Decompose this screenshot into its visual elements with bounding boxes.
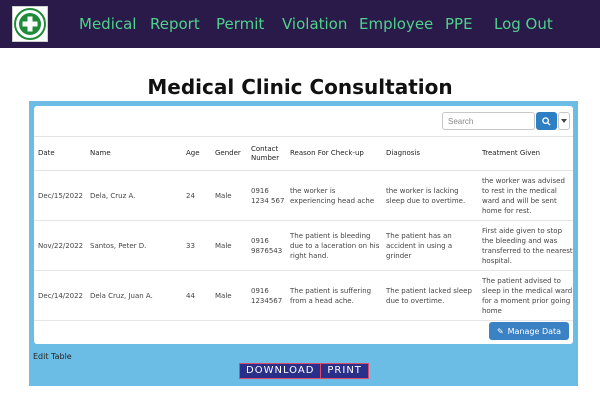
cell-treatment: the worker was advised to rest in the me… xyxy=(478,170,573,221)
chevron-down-icon xyxy=(561,119,567,123)
cell-age: 24 xyxy=(182,170,211,221)
cell-reason: the worker is experiencing head ache xyxy=(286,170,382,221)
pencil-icon: ✎ xyxy=(496,326,504,336)
cell-age: 33 xyxy=(182,220,211,271)
safety-first-logo[interactable] xyxy=(12,6,48,42)
nav-employee[interactable]: Employee xyxy=(359,15,433,33)
search-button[interactable] xyxy=(536,112,557,130)
column-header-treatment[interactable]: Treatment Given xyxy=(478,136,573,171)
export-button-group: DOWNLOAD PRINT xyxy=(239,363,369,379)
cell-treatment: First aide given to stop the bleeding an… xyxy=(478,220,573,271)
print-button[interactable]: PRINT xyxy=(321,364,368,378)
cell-gender: Male xyxy=(211,170,247,221)
search-icon xyxy=(542,116,551,126)
cell-diagnosis: The patient has an accident in using a g… xyxy=(382,220,478,271)
cell-reason: The patient is suffering from a head ach… xyxy=(286,270,382,321)
nav-violation[interactable]: Violation xyxy=(282,15,347,33)
cell-contact: 0916 1234 567 xyxy=(247,170,286,221)
download-button[interactable]: DOWNLOAD xyxy=(240,364,320,378)
cell-treatment: The patient advised to sleep in the medi… xyxy=(478,270,573,321)
cell-contact: 0916 9876543 xyxy=(247,220,286,271)
manage-data-label: Manage Data xyxy=(507,326,562,336)
cell-reason: The patient is bleeding due to a lacerat… xyxy=(286,220,382,271)
cell-date: Dec/14/2022 xyxy=(34,270,86,321)
medical-records-table: Date Name Age Gender Contact Number Reas… xyxy=(34,136,573,321)
cell-gender: Male xyxy=(211,220,247,271)
column-header-date[interactable]: Date xyxy=(34,136,86,171)
cell-diagnosis: The patient lacked sleep due to overtime… xyxy=(382,270,478,321)
cell-contact: 0916 1234567 xyxy=(247,270,286,321)
cell-date: Dec/15/2022 xyxy=(34,170,86,221)
nav-ppe[interactable]: PPE xyxy=(445,15,473,33)
safety-first-logo-icon xyxy=(14,8,46,40)
nav-report[interactable]: Report xyxy=(150,15,200,33)
nav-medical[interactable]: Medical xyxy=(79,15,136,33)
nav-logout[interactable]: Log Out xyxy=(494,15,553,33)
column-header-name[interactable]: Name xyxy=(86,136,182,171)
top-navbar: Medical Report Permit Violation Employee… xyxy=(0,0,600,48)
manage-data-button[interactable]: ✎ Manage Data xyxy=(489,322,569,340)
column-header-age[interactable]: Age xyxy=(182,136,211,171)
column-header-reason[interactable]: Reason For Check-up xyxy=(286,136,382,171)
edit-table-link[interactable]: Edit Table xyxy=(33,352,72,361)
cell-age: 44 xyxy=(182,270,211,321)
table-row[interactable]: Dec/14/2022 Dela Cruz, Juan A. 44 Male 0… xyxy=(34,270,573,321)
search-options-dropdown[interactable] xyxy=(558,112,570,130)
cell-name: Dela, Cruz A. xyxy=(86,170,182,221)
cell-diagnosis: the worker is lacking sleep due to overt… xyxy=(382,170,478,221)
page-title: Medical Clinic Consultation xyxy=(147,75,453,99)
table-row[interactable]: Nov/22/2022 Santos, Peter D. 33 Male 091… xyxy=(34,220,573,271)
search-input[interactable] xyxy=(442,112,535,130)
table-card: Date Name Age Gender Contact Number Reas… xyxy=(34,106,573,344)
table-panel: Date Name Age Gender Contact Number Reas… xyxy=(29,101,578,386)
cell-name: Santos, Peter D. xyxy=(86,220,182,271)
column-header-gender[interactable]: Gender xyxy=(211,136,247,171)
table-header-row: Date Name Age Gender Contact Number Reas… xyxy=(34,136,573,171)
table-row[interactable]: Dec/15/2022 Dela, Cruz A. 24 Male 0916 1… xyxy=(34,170,573,221)
cell-name: Dela Cruz, Juan A. xyxy=(86,270,182,321)
column-header-contact[interactable]: Contact Number xyxy=(247,136,286,171)
cell-gender: Male xyxy=(211,270,247,321)
cell-date: Nov/22/2022 xyxy=(34,220,86,271)
nav-permit[interactable]: Permit xyxy=(216,15,264,33)
column-header-diagnosis[interactable]: Diagnosis xyxy=(382,136,478,171)
